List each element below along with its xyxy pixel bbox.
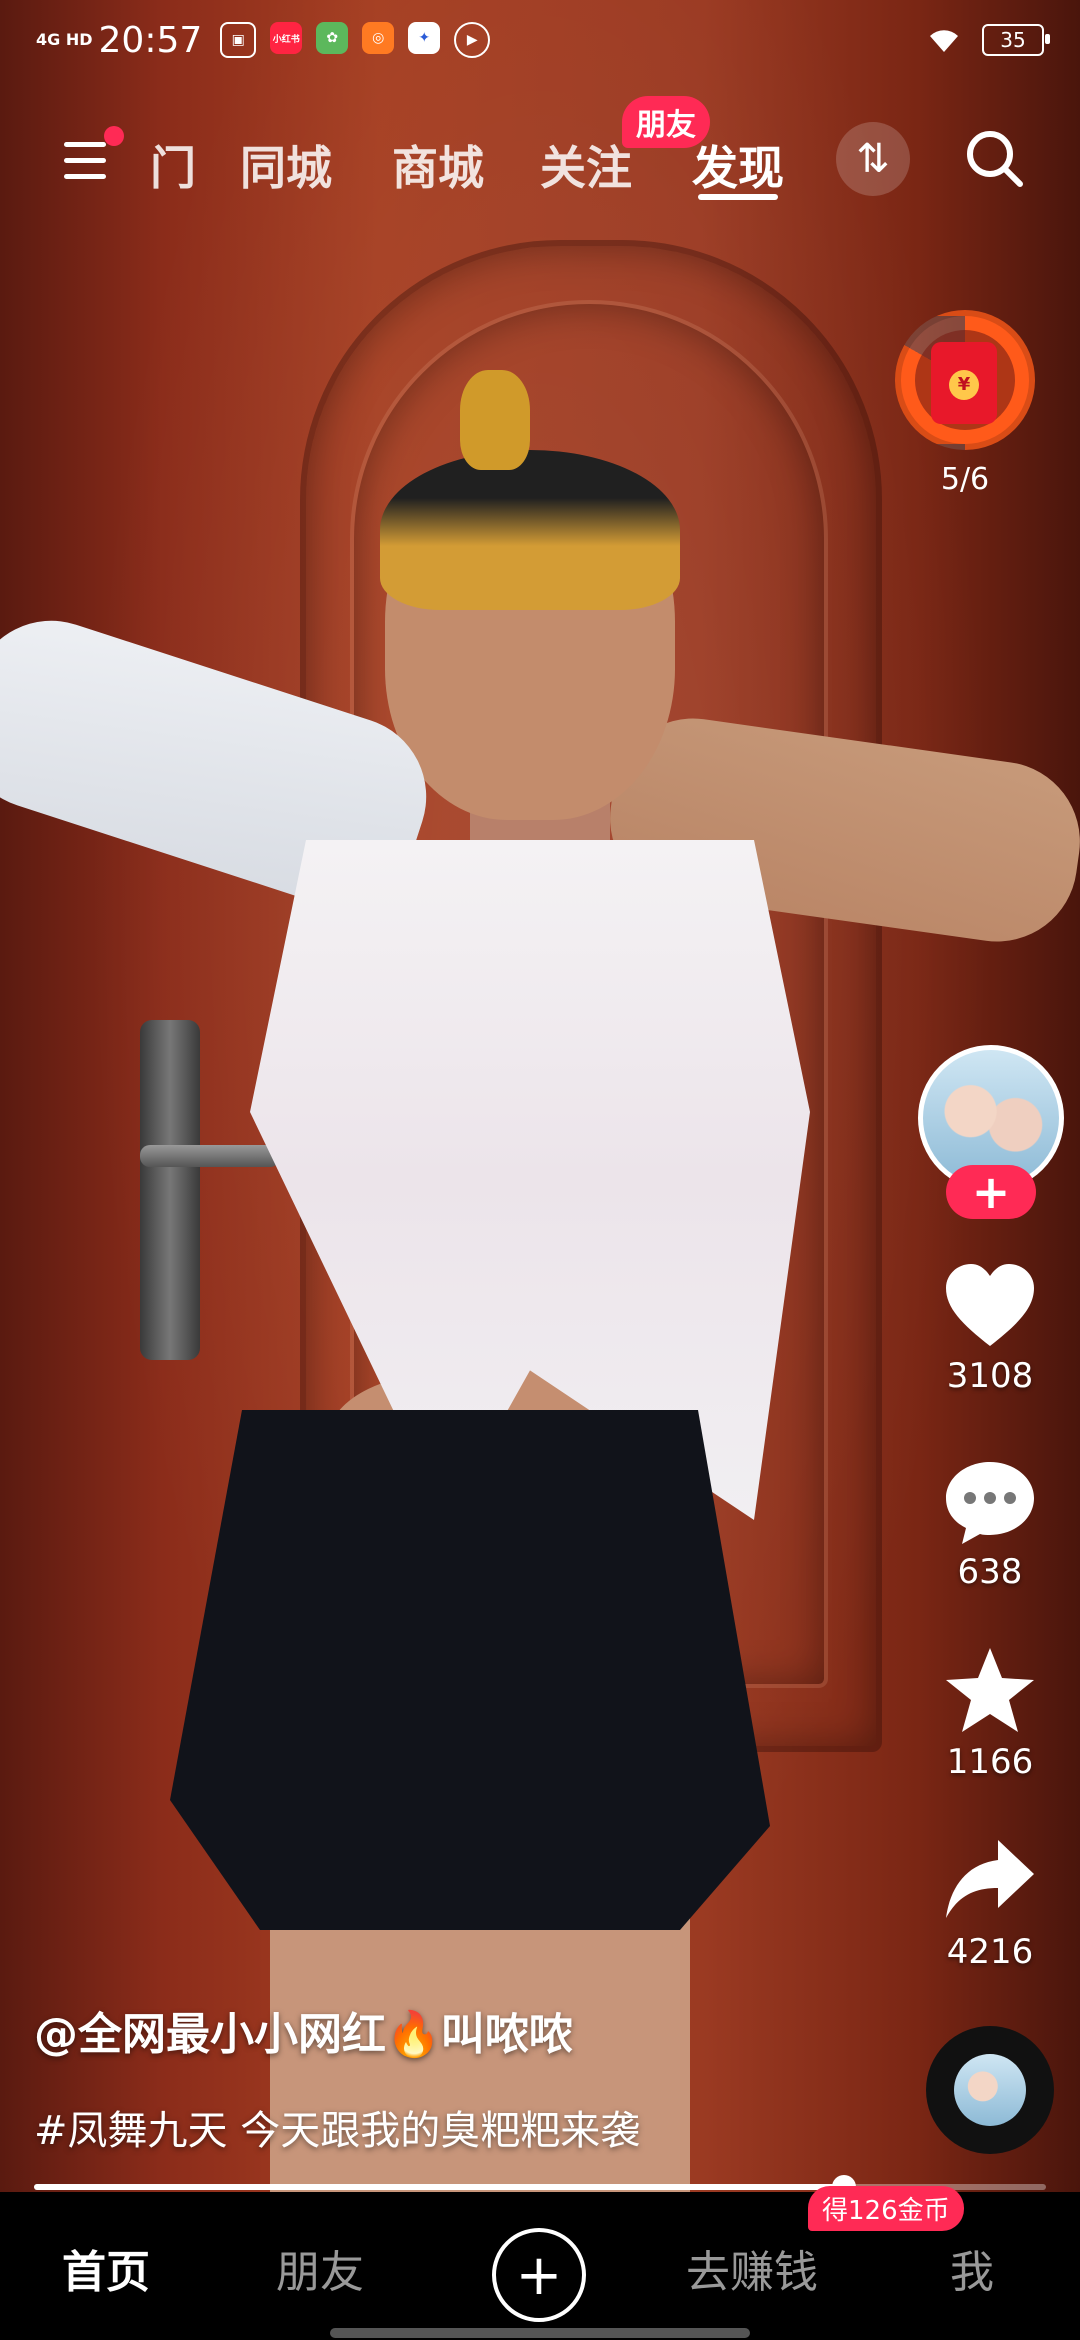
share-icon (946, 1840, 1034, 1918)
clock: 20:57 (98, 19, 203, 61)
shop-icon: ◎ (362, 22, 395, 54)
tab-discover[interactable]: 发现 (692, 132, 784, 198)
nav-home[interactable]: 首页 (62, 2236, 150, 2300)
tab-following[interactable]: 关注 (540, 132, 632, 198)
search-icon[interactable] (958, 122, 1032, 196)
follow-button[interactable]: + (946, 1165, 1036, 1219)
nav-me[interactable]: 我 (950, 2236, 994, 2300)
bottom-nav: 首页 朋友 + 去赚钱 得126金币 我 (0, 2186, 1080, 2340)
progress-fill (34, 2184, 844, 2190)
music-cover (954, 2054, 1026, 2126)
wifi-icon (930, 30, 958, 52)
comment-button[interactable]: 638 (930, 1458, 1050, 1592)
heart-icon (946, 1264, 1034, 1346)
swap-icon[interactable]: ⇅ (836, 122, 910, 196)
xiaohongshu-icon: 小红书 (270, 22, 303, 54)
star-icon (946, 1648, 1034, 1732)
share-button[interactable]: 4216 (930, 1836, 1050, 1972)
menu-button[interactable] (60, 126, 124, 190)
red-envelope-icon: ¥ (931, 342, 997, 424)
baidu-icon: ✦ (408, 22, 441, 54)
menu-line (64, 142, 106, 147)
menu-line (64, 174, 106, 179)
door-handle (140, 1145, 280, 1167)
notification-icons: ▣ 小红书 ✿ ◎ ✦ ▶ (220, 22, 491, 58)
top-nav: 门 同城 商城 关注 朋友 发现 ⇅ (0, 96, 1080, 230)
app-icon-1: ▣ (220, 22, 257, 58)
status-right: 35 (926, 24, 1050, 56)
network-indicator: 4G HD (36, 30, 93, 49)
menu-line (64, 158, 106, 163)
like-button[interactable]: 3108 (930, 1262, 1050, 1396)
favorite-count: 1166 (946, 1742, 1034, 1782)
like-count: 3108 (946, 1356, 1034, 1396)
nav-earn[interactable]: 去赚钱 (686, 2236, 818, 2300)
yuan-coin-icon: ¥ (949, 370, 979, 400)
active-tab-indicator (698, 194, 778, 200)
tab-nearby[interactable]: 同城 (240, 132, 332, 198)
music-disc[interactable] (926, 2026, 1054, 2154)
home-indicator (330, 2328, 750, 2338)
status-bar: 4G HD 20:57 ▣ 小红书 ✿ ◎ ✦ ▶ 35 (0, 0, 1080, 80)
video-icon: ▶ (454, 22, 491, 58)
tab-mall[interactable]: 商城 (392, 132, 484, 198)
coin-badge: 得126金币 (808, 2186, 964, 2231)
video-description[interactable]: #凤舞九天 今天跟我的臭粑粑来袭 (34, 2098, 640, 2156)
nav-friends[interactable]: 朋友 (276, 2236, 364, 2300)
red-packet-button[interactable]: ¥ (895, 310, 1035, 450)
notification-dot (104, 126, 124, 146)
author-name[interactable]: @全网最小小网红🔥叫哝哝 (34, 1998, 573, 2062)
game-icon: ✿ (316, 22, 349, 54)
door-panel-inner (350, 300, 828, 1688)
red-packet-count: 5/6 (940, 462, 990, 497)
comment-count: 638 (957, 1552, 1023, 1592)
door-handle-plate (140, 1020, 200, 1360)
comment-icon (946, 1462, 1034, 1544)
favorite-button[interactable]: 1166 (930, 1646, 1050, 1782)
battery-level: 35 (1000, 28, 1026, 52)
battery-icon: 35 (982, 24, 1050, 56)
tab-truncated[interactable]: 门 (150, 132, 196, 198)
share-count: 4216 (946, 1932, 1034, 1972)
create-button[interactable]: + (492, 2228, 586, 2322)
